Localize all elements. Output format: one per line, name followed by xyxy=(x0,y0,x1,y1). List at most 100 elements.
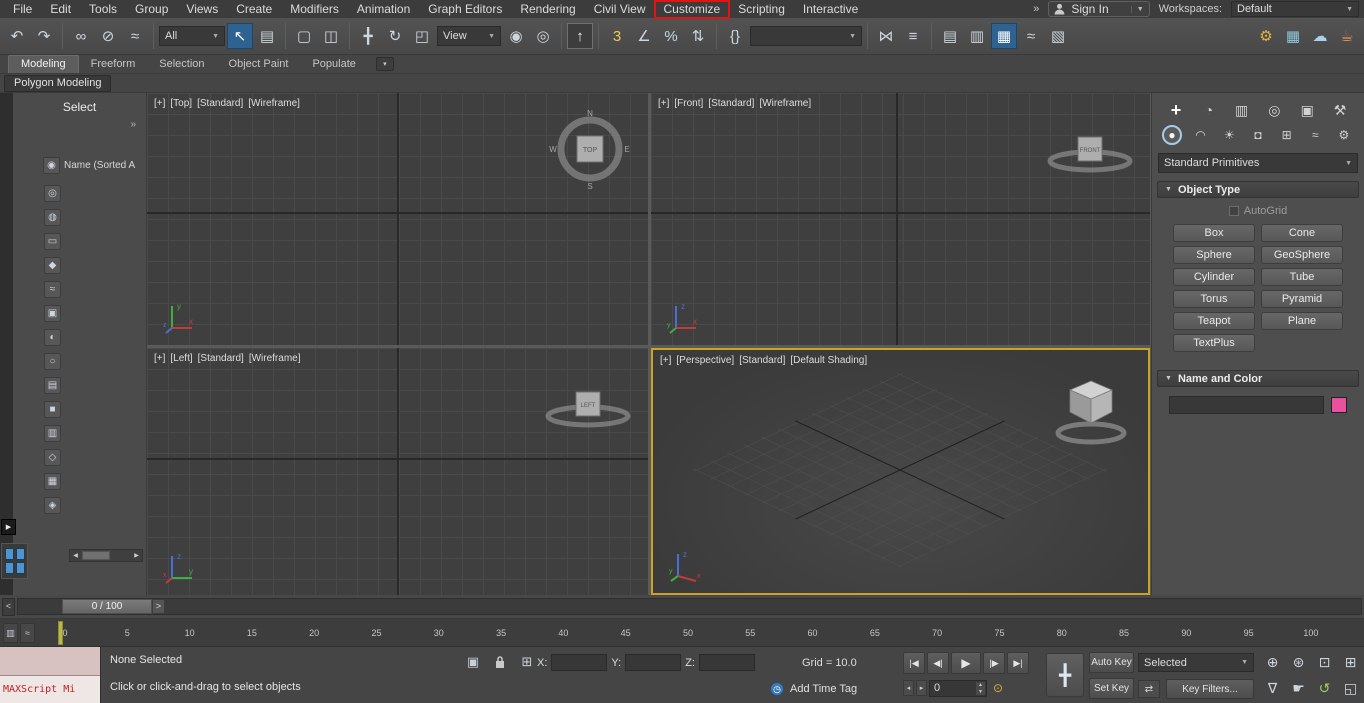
rectangular-selection-region-button[interactable]: ▢ xyxy=(291,23,317,49)
object-button-tube[interactable]: Tube xyxy=(1261,268,1343,286)
left-view-gizmo[interactable]: LEFT xyxy=(540,376,636,434)
primitives-category-dropdown[interactable]: Standard Primitives ▼ xyxy=(1158,153,1358,173)
go-to-end-button[interactable]: ▶| xyxy=(1007,652,1029,674)
object-name-input[interactable] xyxy=(1169,396,1324,414)
open-mini-curve-editor-icon[interactable]: ≈ xyxy=(20,623,35,643)
viewport-menu-item[interactable]: [Standard] xyxy=(197,98,243,109)
percent-snap-button[interactable]: % xyxy=(658,23,684,49)
object-button-textplus[interactable]: TextPlus xyxy=(1173,334,1255,352)
key-filters-button[interactable]: Key Filters... xyxy=(1166,679,1254,699)
snaps-toggle-button[interactable]: 3 xyxy=(604,23,630,49)
key-mode-toggle-icon[interactable]: ⊙ xyxy=(989,679,1007,697)
edit-named-selection-sets-button[interactable]: {} xyxy=(722,23,748,49)
object-button-teapot[interactable]: Teapot xyxy=(1173,312,1255,330)
time-slider-thumb[interactable]: 0 / 100 xyxy=(62,599,152,614)
viewport-menu-item[interactable]: [Perspective] xyxy=(676,355,734,366)
maximize-viewport-button[interactable]: ◱ xyxy=(1338,676,1363,701)
maxscript-mini-listener[interactable]: MAXScript Mi xyxy=(0,647,101,703)
menu-interactive[interactable]: Interactive xyxy=(794,1,867,18)
viewport-menu-item[interactable]: [Top] xyxy=(170,98,192,109)
menu-scripting[interactable]: Scripting xyxy=(729,1,794,18)
utilities-tab[interactable]: ⚒ xyxy=(1328,99,1352,121)
toggle-scene-explorer-button[interactable]: ▤ xyxy=(937,23,963,49)
modeling-tool-12[interactable]: ◇ xyxy=(44,449,61,466)
selection-filter-dropdown[interactable]: All ▼ xyxy=(159,26,225,46)
orbit-button[interactable]: ↺ xyxy=(1312,676,1337,701)
ribbon-tab-object-paint[interactable]: Object Paint xyxy=(217,56,301,73)
name-sort-icon[interactable]: ◉ xyxy=(43,157,60,174)
modeling-tool-8[interactable]: ○ xyxy=(44,353,61,370)
zoom-extents-button[interactable]: ⊡ xyxy=(1312,650,1337,675)
viewport-top[interactable]: [+] [Top] [Standard] [Wireframe] TOP N W E … xyxy=(147,93,648,345)
motion-tab[interactable]: ◎ xyxy=(1262,99,1286,121)
viewport-menu-item[interactable]: [Wireframe] xyxy=(248,98,300,109)
reference-coordinate-system-dropdown[interactable]: View ▼ xyxy=(437,26,501,46)
select-and-link-button[interactable]: ∞ xyxy=(68,23,94,49)
isolate-selection-icon[interactable]: ▣ xyxy=(462,652,484,672)
shapes-tab[interactable]: ◠ xyxy=(1191,125,1211,145)
zoom-all-button[interactable]: ⊛ xyxy=(1286,650,1311,675)
systems-tab[interactable]: ⚙ xyxy=(1334,125,1354,145)
pan-button[interactable]: ☛ xyxy=(1286,676,1311,701)
select-and-move-button[interactable]: ╋ xyxy=(355,23,381,49)
viewport-menu-item[interactable]: [+] xyxy=(154,98,165,109)
bind-to-space-warp-button[interactable]: ≈ xyxy=(122,23,148,49)
viewport-menu-item[interactable]: [Wireframe] xyxy=(249,353,301,364)
time-slider-forward-button[interactable]: > xyxy=(152,599,165,614)
play-button[interactable]: ▶ xyxy=(951,652,981,674)
menu-file[interactable]: File xyxy=(4,1,41,18)
menu-views[interactable]: Views xyxy=(177,1,227,18)
redo-button[interactable]: ↷ xyxy=(31,23,57,49)
track-bar-mode-icon[interactable]: ▥ xyxy=(3,623,18,643)
object-button-torus[interactable]: Torus xyxy=(1173,290,1255,308)
render-in-cloud-button[interactable]: ☁ xyxy=(1307,23,1333,49)
previous-frame-button[interactable]: ◀| xyxy=(927,652,949,674)
ribbon-tab-modeling[interactable]: Modeling xyxy=(8,55,79,73)
zoom-region-button[interactable]: ⊞ xyxy=(1338,650,1363,675)
ribbon-options-dropdown[interactable]: ▾ xyxy=(375,57,394,71)
current-frame-field[interactable]: 0 ▲ ▼ xyxy=(929,679,987,697)
lights-tab[interactable]: ☀ xyxy=(1219,125,1239,145)
object-button-box[interactable]: Box xyxy=(1173,224,1255,242)
viewport-menu-item[interactable]: [+] xyxy=(660,355,671,366)
select-and-rotate-button[interactable]: ↻ xyxy=(382,23,408,49)
viewport-perspective[interactable]: [+] [Perspective] [Standard] [Default Shadi… xyxy=(651,348,1150,595)
modeling-tool-2[interactable]: ◍ xyxy=(44,209,61,226)
viewport-menu-item[interactable]: [Wireframe] xyxy=(759,98,811,109)
object-button-plane[interactable]: Plane xyxy=(1261,312,1343,330)
viewport-menu-item[interactable]: [+] xyxy=(658,98,669,109)
geometry-tab[interactable]: ● xyxy=(1162,125,1182,145)
viewport-menu-item[interactable]: [+] xyxy=(154,353,165,364)
name-sort-row[interactable]: ◉ Name (Sorted A xyxy=(43,157,143,174)
viewport-left[interactable]: [+] [Left] [Standard] [Wireframe] LEFT z y … xyxy=(147,348,648,595)
align-button[interactable]: ≡ xyxy=(900,23,926,49)
set-keys-button[interactable]: ╋ xyxy=(1046,653,1084,697)
viewport-front[interactable]: [+] [Front] [Standard] [Wireframe] FRONT z … xyxy=(651,93,1150,345)
viewcube[interactable] xyxy=(1048,374,1134,448)
time-slider-back-button[interactable]: < xyxy=(2,597,15,616)
modeling-tool-11[interactable]: ▥ xyxy=(44,425,61,442)
space-warps-tab[interactable]: ≈ xyxy=(1305,125,1325,145)
top-view-compass-gizmo[interactable]: TOP N W E S xyxy=(548,107,632,191)
modeling-tool-6[interactable]: ▣ xyxy=(44,305,61,322)
next-frame-button[interactable]: |▶ xyxy=(983,652,1005,674)
selection-lock-icon[interactable] xyxy=(489,652,511,672)
maxscript-macro-field[interactable] xyxy=(0,647,100,676)
toggle-layer-explorer-button[interactable]: ▥ xyxy=(964,23,990,49)
scrollbar-thumb[interactable] xyxy=(82,551,110,560)
polygon-modeling-tab[interactable]: Polygon Modeling xyxy=(4,74,112,92)
name-color-rollout-header[interactable]: ▼ Name and Color xyxy=(1157,370,1359,387)
object-button-cylinder[interactable]: Cylinder xyxy=(1173,268,1255,286)
modeling-tool-9[interactable]: ▤ xyxy=(44,377,61,394)
viewport-menu-item[interactable]: [Standard] xyxy=(739,355,785,366)
create-tab[interactable]: + xyxy=(1164,99,1188,121)
modeling-tool-4[interactable]: ◆ xyxy=(44,257,61,274)
helpers-tab[interactable]: ⊞ xyxy=(1277,125,1297,145)
field-of-view-button[interactable]: ∇ xyxy=(1260,676,1285,701)
mirror-button[interactable]: ⋈ xyxy=(873,23,899,49)
modeling-tool-14[interactable]: ◈ xyxy=(44,497,61,514)
time-slider-track[interactable]: 0 / 100 > xyxy=(17,598,1362,615)
menu-tools[interactable]: Tools xyxy=(80,1,126,18)
menu-group[interactable]: Group xyxy=(126,1,177,18)
menu-overflow-chevron[interactable]: » xyxy=(1033,3,1039,15)
